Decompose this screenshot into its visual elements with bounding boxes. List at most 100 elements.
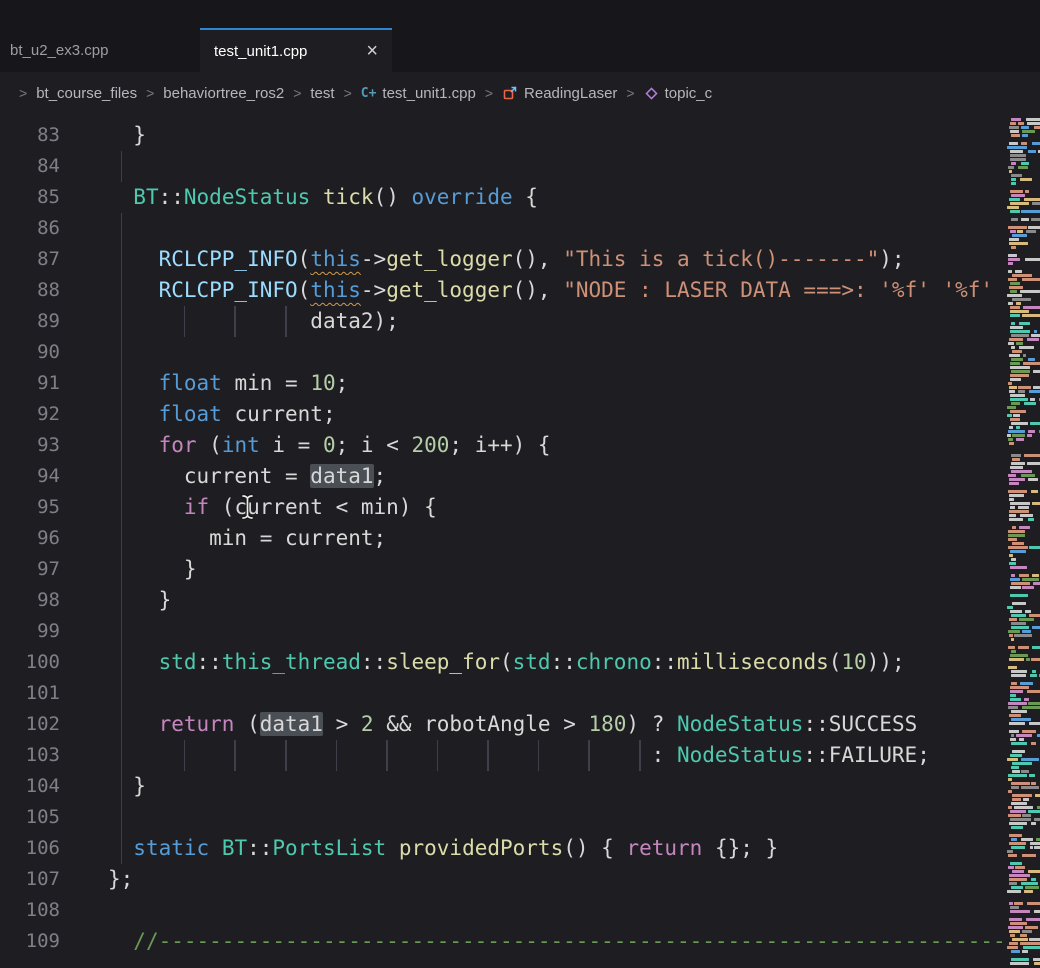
code-line[interactable]: 99 (0, 616, 1040, 647)
minimap-mark (1008, 866, 1014, 869)
minimap-mark (1011, 786, 1019, 789)
minimap-mark (1032, 670, 1036, 673)
minimap-mark (1008, 534, 1025, 537)
minimap-mark (1030, 842, 1040, 845)
code-line[interactable]: 103 : NodeStatus::FAILURE; (0, 740, 1040, 771)
line-number: 92 (0, 399, 60, 430)
minimap-mark (1021, 162, 1029, 165)
minimap-mark (1009, 834, 1021, 837)
minimap-mark (1008, 630, 1020, 633)
code-content (60, 616, 1040, 647)
code-token: std (513, 650, 551, 674)
code-token: 180 (588, 712, 626, 736)
minimap-mark (1011, 710, 1027, 713)
breadcrumb-item-ReadingLaser[interactable]: ReadingLaser (502, 85, 617, 102)
line-number: 107 (0, 864, 60, 895)
code-line[interactable]: 96 min = current; (0, 523, 1040, 554)
code-content: return (data1 > 2 && robotAngle > 180) ?… (60, 709, 1040, 740)
code-token: NodeStatus (677, 712, 803, 736)
tab-bt_u2_ex3.cpp[interactable]: bt_u2_ex3.cpp (0, 28, 200, 72)
code-line[interactable]: 87 RCLCPP_INFO(this->get_logger(), "This… (0, 244, 1040, 275)
minimap-mark (1011, 118, 1021, 121)
code-line[interactable]: 98 } (0, 585, 1040, 616)
breadcrumb-item-topic_c[interactable]: topic_c (644, 85, 713, 102)
minimap-mark (1028, 226, 1040, 229)
minimap-mark (1010, 586, 1021, 589)
close-icon[interactable]: × (366, 41, 378, 61)
minimap-mark (1010, 502, 1030, 505)
indent-guide (588, 740, 590, 771)
minimap-mark (1011, 958, 1029, 961)
editor[interactable]: 83 }8485 BT::NodeStatus tick() override … (0, 114, 1040, 968)
code-token: RCLCPP_INFO (159, 278, 298, 302)
minimap-mark (1010, 862, 1022, 865)
code-line[interactable]: 93 for (int i = 0; i < 200; i++) { (0, 430, 1040, 461)
minimap-mark (1019, 574, 1029, 577)
minimap-mark (1012, 794, 1032, 797)
breadcrumb-item-test[interactable]: test (310, 85, 334, 102)
code-line[interactable]: 109 //----------------------------------… (0, 926, 1040, 957)
minimap[interactable] (1006, 114, 1040, 968)
code-line[interactable]: 88 RCLCPP_INFO(this->get_logger(), "NODE… (0, 275, 1040, 306)
minimap-mark (1018, 166, 1029, 169)
code-line[interactable]: 108 (0, 895, 1040, 926)
chevron-right-icon: > (19, 85, 27, 101)
minimap-mark (1010, 466, 1022, 469)
code-line[interactable]: 104 } (0, 771, 1040, 802)
minimap-mark (1029, 546, 1040, 549)
code-line[interactable]: 85 BT::NodeStatus tick() override { (0, 182, 1040, 213)
minimap-mark (1011, 782, 1030, 785)
indent-guide (121, 368, 123, 399)
code-line[interactable]: 92 float current; (0, 399, 1040, 430)
code-line[interactable]: 86 (0, 213, 1040, 244)
minimap-mark (1010, 122, 1016, 125)
code-line[interactable]: 102 return (data1 > 2 && robotAngle > 18… (0, 709, 1040, 740)
code-token: ( (500, 650, 513, 674)
code-token: 10 (841, 650, 866, 674)
minimap-mark (1021, 882, 1038, 885)
code-token: data1 (310, 464, 373, 488)
minimap-mark (1009, 822, 1027, 825)
tab-test_unit1.cpp[interactable]: test_unit1.cpp× (200, 28, 392, 72)
minimap-mark (1010, 210, 1020, 213)
indent-guide (184, 740, 186, 771)
minimap-mark (1011, 322, 1015, 325)
line-number: 85 (0, 182, 60, 213)
minimap-mark (1008, 430, 1025, 433)
code-line[interactable]: 90 (0, 337, 1040, 368)
code-line[interactable]: 84 (0, 151, 1040, 182)
code-line[interactable]: 101 (0, 678, 1040, 709)
code-token (310, 185, 323, 209)
minimap-mark (1011, 626, 1029, 629)
minimap-mark (1024, 454, 1040, 457)
minimap-mark (1009, 930, 1020, 933)
minimap-mark (1009, 198, 1020, 201)
breadcrumb-item-test_unit1.cpp[interactable]: C+test_unit1.cpp (361, 85, 476, 102)
code-line[interactable]: 105 (0, 802, 1040, 833)
breadcrumb-item-bt_course_files[interactable]: bt_course_files (36, 85, 137, 102)
minimap-mark (1010, 906, 1020, 909)
minimap-mark (1030, 422, 1040, 425)
code-token: sleep_for (386, 650, 500, 674)
code-line[interactable]: 89 data2); (0, 306, 1040, 337)
minimap-mark (1010, 374, 1029, 377)
minimap-mark (1012, 298, 1032, 301)
code-token (108, 712, 159, 736)
code-line[interactable]: 94 current = data1; (0, 461, 1040, 492)
code-token (108, 495, 184, 519)
minimap-mark (1030, 674, 1038, 677)
code-line[interactable]: 106 static BT::PortsList providedPorts()… (0, 833, 1040, 864)
code-line[interactable]: 107}; (0, 864, 1040, 895)
minimap-mark (1011, 574, 1015, 577)
minimap-mark (1008, 854, 1017, 857)
code-token: if (184, 495, 209, 519)
code-line[interactable]: 100 std::this_thread::sleep_for(std::chr… (0, 647, 1040, 678)
code-line[interactable]: 83 } (0, 120, 1040, 151)
code-line[interactable]: 95 if (current < min) { (0, 492, 1040, 523)
line-number: 94 (0, 461, 60, 492)
breadcrumb-item-behaviortree_ros2[interactable]: behaviortree_ros2 (163, 85, 284, 102)
code-token: return (626, 836, 702, 860)
minimap-mark (1033, 370, 1040, 373)
code-line[interactable]: 97 } (0, 554, 1040, 585)
code-line[interactable]: 91 float min = 10; (0, 368, 1040, 399)
